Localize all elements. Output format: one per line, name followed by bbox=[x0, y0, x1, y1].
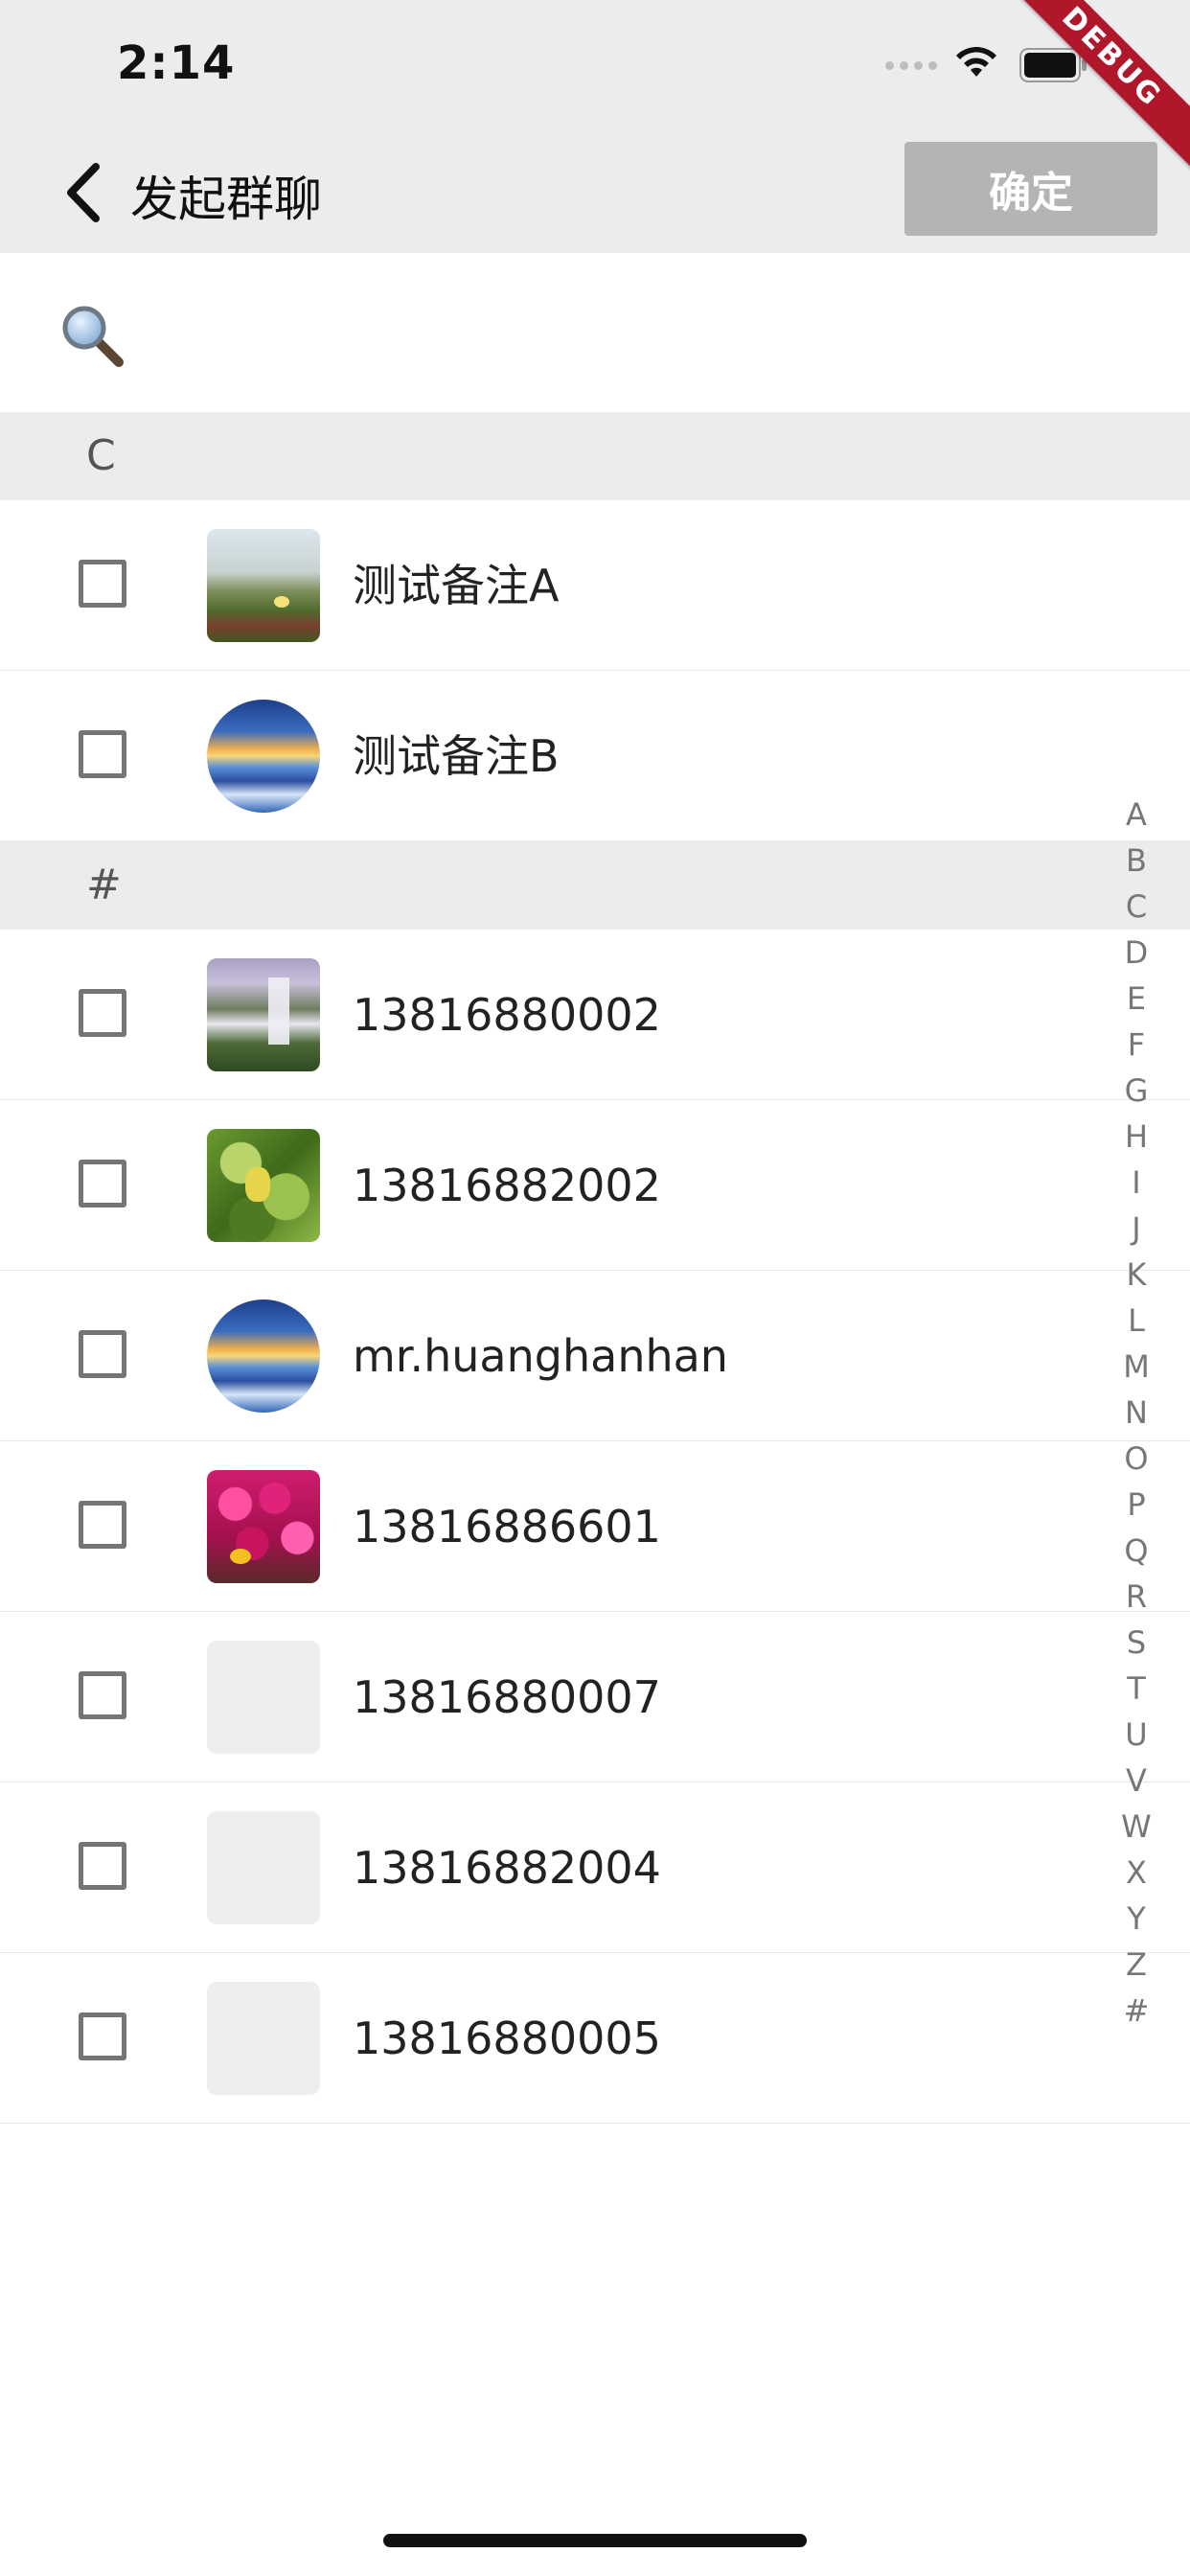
index-letter-hash[interactable]: # bbox=[1117, 1988, 1156, 2034]
alphabet-index-bar[interactable]: A B C D E F G H I J K L M N O P Q R S T … bbox=[1117, 792, 1156, 2034]
index-letter-g[interactable]: G bbox=[1117, 1068, 1156, 1114]
contact-row[interactable]: 13816886601 bbox=[0, 1441, 1190, 1612]
top-bar: 2:14 发起群聊 确定 bbox=[0, 0, 1190, 253]
index-letter-r[interactable]: R bbox=[1117, 1574, 1156, 1620]
avatar bbox=[207, 1300, 320, 1413]
index-letter-d[interactable]: D bbox=[1117, 930, 1156, 976]
index-letter-y[interactable]: Y bbox=[1117, 1896, 1156, 1942]
index-letter-w[interactable]: W bbox=[1117, 1804, 1156, 1850]
contact-row[interactable]: 13816880002 bbox=[0, 930, 1190, 1100]
avatar-placeholder bbox=[207, 1982, 320, 2095]
index-letter-x[interactable]: X bbox=[1117, 1850, 1156, 1896]
contact-row[interactable]: 13816882002 bbox=[0, 1100, 1190, 1271]
search-input[interactable] bbox=[144, 291, 1144, 376]
index-letter-j[interactable]: J bbox=[1117, 1206, 1156, 1252]
index-letter-i[interactable]: I bbox=[1117, 1160, 1156, 1206]
contact-name: 13816886601 bbox=[353, 1501, 661, 1552]
index-letter-e[interactable]: E bbox=[1117, 976, 1156, 1022]
select-checkbox[interactable] bbox=[79, 1501, 126, 1549]
avatar bbox=[207, 1129, 320, 1242]
index-letter-s[interactable]: S bbox=[1117, 1620, 1156, 1666]
avatar bbox=[207, 529, 320, 642]
index-letter-n[interactable]: N bbox=[1117, 1390, 1156, 1436]
select-checkbox[interactable] bbox=[79, 560, 126, 608]
index-letter-l[interactable]: L bbox=[1117, 1298, 1156, 1344]
status-time: 2:14 bbox=[117, 36, 236, 90]
index-letter-f[interactable]: F bbox=[1117, 1022, 1156, 1068]
avatar bbox=[207, 700, 320, 813]
back-arrow-icon[interactable] bbox=[57, 159, 115, 226]
index-letter-z[interactable]: Z bbox=[1117, 1942, 1156, 1988]
contact-row[interactable]: 测试备注B bbox=[0, 671, 1190, 841]
avatar bbox=[207, 1470, 320, 1583]
index-letter-b[interactable]: B bbox=[1117, 838, 1156, 884]
cellular-signal-icon bbox=[885, 61, 937, 70]
contact-name: 13816880005 bbox=[353, 2012, 661, 2064]
section-header-c: C bbox=[0, 412, 1190, 500]
confirm-button[interactable]: 确定 bbox=[904, 142, 1157, 236]
select-checkbox[interactable] bbox=[79, 730, 126, 778]
avatar bbox=[207, 958, 320, 1071]
index-letter-q[interactable]: Q bbox=[1117, 1528, 1156, 1574]
avatar-placeholder bbox=[207, 1641, 320, 1754]
select-checkbox[interactable] bbox=[79, 1671, 126, 1719]
index-letter-c[interactable]: C bbox=[1117, 884, 1156, 930]
contact-row[interactable]: 13816880007 bbox=[0, 1612, 1190, 1782]
contact-name: 测试备注A bbox=[353, 560, 560, 611]
contact-name: 测试备注B bbox=[353, 730, 560, 782]
index-letter-u[interactable]: U bbox=[1117, 1712, 1156, 1758]
contact-name: 13816882002 bbox=[353, 1160, 661, 1211]
select-checkbox[interactable] bbox=[79, 1160, 126, 1208]
wifi-icon bbox=[956, 47, 996, 77]
index-letter-t[interactable]: T bbox=[1117, 1666, 1156, 1712]
select-checkbox[interactable] bbox=[79, 1330, 126, 1378]
page-title: 发起群聊 bbox=[130, 172, 322, 227]
index-letter-k[interactable]: K bbox=[1117, 1252, 1156, 1298]
index-letter-v[interactable]: V bbox=[1117, 1758, 1156, 1804]
search-bar bbox=[0, 253, 1190, 412]
select-checkbox[interactable] bbox=[79, 1842, 126, 1890]
contact-row[interactable]: 13816882004 bbox=[0, 1782, 1190, 1953]
index-letter-a[interactable]: A bbox=[1117, 792, 1156, 838]
avatar-placeholder bbox=[207, 1811, 320, 1924]
index-letter-h[interactable]: H bbox=[1117, 1114, 1156, 1160]
index-letter-o[interactable]: O bbox=[1117, 1436, 1156, 1482]
search-icon bbox=[62, 306, 124, 367]
contact-row[interactable]: 测试备注A bbox=[0, 500, 1190, 671]
contact-name: 13816882004 bbox=[353, 1842, 661, 1894]
index-letter-p[interactable]: P bbox=[1117, 1482, 1156, 1528]
contact-name: 13816880007 bbox=[353, 1671, 661, 1723]
section-header-hash: # bbox=[0, 841, 1190, 930]
home-indicator[interactable] bbox=[383, 2534, 807, 2547]
select-checkbox[interactable] bbox=[79, 2012, 126, 2060]
select-checkbox[interactable] bbox=[79, 989, 126, 1037]
contact-row[interactable]: 13816880005 bbox=[0, 1953, 1190, 2124]
navigation-bar: 发起群聊 确定 bbox=[0, 134, 1190, 253]
contact-row[interactable]: mr.huanghanhan bbox=[0, 1271, 1190, 1441]
contact-name: 13816880002 bbox=[353, 989, 661, 1041]
index-letter-m[interactable]: M bbox=[1117, 1344, 1156, 1390]
contact-name: mr.huanghanhan bbox=[353, 1330, 728, 1382]
